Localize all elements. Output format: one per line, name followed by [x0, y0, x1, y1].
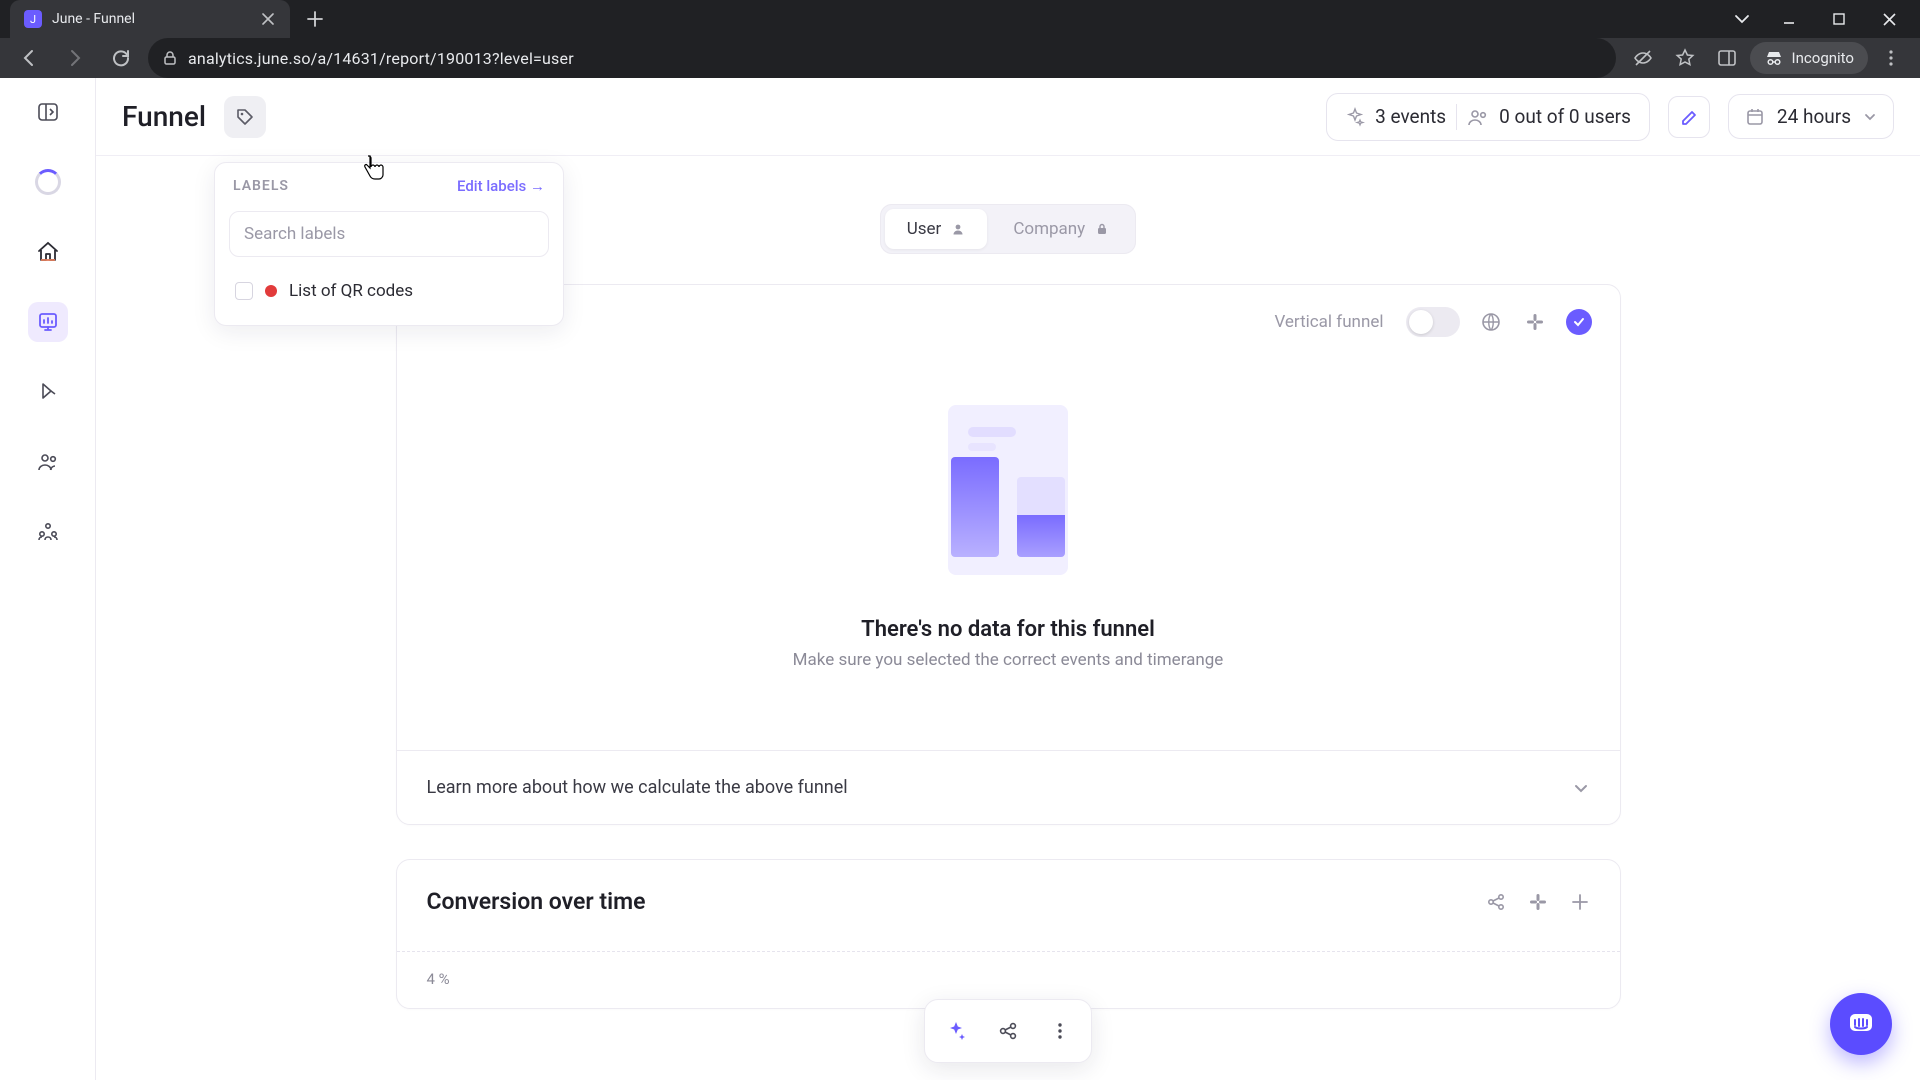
users-icon — [1467, 106, 1489, 128]
loading-spinner-icon — [28, 162, 68, 202]
sparkle-icon — [1345, 107, 1365, 127]
share-action-button[interactable] — [985, 1008, 1031, 1054]
add-button[interactable] — [1570, 892, 1590, 912]
labels-popover: LABELS Edit labels → List of QR codes — [214, 162, 564, 326]
tab-title: June - Funnel — [52, 11, 250, 27]
separator — [1456, 104, 1457, 130]
events-users-summary[interactable]: 3 events 0 out of 0 users — [1326, 93, 1650, 141]
checkbox-icon[interactable] — [235, 282, 253, 300]
learn-more-text: Learn more about how we calculate the ab… — [427, 777, 848, 798]
window-minimize-button[interactable] — [1766, 0, 1812, 38]
segment-user-label: User — [907, 219, 942, 239]
edit-labels-link[interactable]: Edit labels → — [457, 177, 545, 195]
floating-action-bar — [924, 999, 1092, 1063]
window-maximize-button[interactable] — [1816, 0, 1862, 38]
users-count: 0 out of 0 users — [1499, 105, 1631, 128]
funnel-card: Vertical funnel There's no data for this… — [396, 284, 1621, 825]
slack-icon[interactable] — [1522, 309, 1548, 335]
labels-trigger-button[interactable] — [224, 96, 266, 138]
segment-user[interactable]: User — [885, 209, 988, 249]
conversion-title: Conversion over time — [427, 888, 646, 915]
slack-icon[interactable] — [1528, 892, 1548, 912]
edit-report-button[interactable] — [1668, 96, 1710, 138]
labels-search-input[interactable] — [229, 211, 549, 257]
bookmark-star-icon[interactable] — [1666, 39, 1704, 77]
browser-menu-icon[interactable] — [1872, 39, 1910, 77]
vertical-funnel-toggle[interactable] — [1406, 307, 1460, 337]
level-segmented-control: User Company — [880, 204, 1136, 254]
labels-heading: LABELS — [233, 178, 289, 194]
lock-icon — [162, 50, 178, 66]
segment-company[interactable]: Company — [991, 209, 1131, 249]
collapse-sidebar-button[interactable] — [28, 92, 68, 132]
conversion-card: Conversion over time 4 % — [396, 859, 1621, 1009]
segment-company-label: Company — [1013, 219, 1085, 239]
chevron-down-icon — [1863, 110, 1877, 124]
label-color-dot — [265, 285, 277, 297]
user-icon — [951, 222, 965, 236]
label-option[interactable]: List of QR codes — [225, 271, 553, 311]
new-tab-button[interactable] — [298, 2, 332, 36]
browser-toolbar: analytics.june.so/a/14631/report/190013?… — [0, 38, 1920, 78]
chevron-down-icon — [1572, 779, 1590, 797]
browser-titlebar: J June - Funnel — [0, 0, 1920, 38]
nav-users[interactable] — [28, 442, 68, 482]
calendar-icon — [1745, 107, 1765, 127]
left-nav-rail — [0, 78, 96, 1080]
nav-back-button[interactable] — [10, 39, 48, 77]
window-close-button[interactable] — [1866, 0, 1912, 38]
ai-sparkle-button[interactable] — [933, 1008, 979, 1054]
learn-more-row[interactable]: Learn more about how we calculate the ab… — [397, 750, 1620, 824]
label-option-text: List of QR codes — [289, 281, 413, 301]
page-header: Funnel 3 events 0 out of 0 users — [96, 78, 1920, 156]
vertical-funnel-label: Vertical funnel — [1274, 312, 1383, 332]
favicon-icon: J — [24, 10, 42, 28]
lock-icon — [1095, 222, 1109, 236]
events-count: 3 events — [1375, 105, 1446, 128]
incognito-icon — [1764, 48, 1784, 68]
main-content: Funnel 3 events 0 out of 0 users — [96, 78, 1920, 1080]
nav-reload-button[interactable] — [102, 39, 140, 77]
page-title: Funnel — [122, 100, 206, 133]
nav-home[interactable] — [28, 232, 68, 272]
incognito-label: Incognito — [1792, 49, 1854, 67]
globe-icon[interactable] — [1478, 309, 1504, 335]
nav-forward-button[interactable] — [56, 39, 94, 77]
timerange-label: 24 hours — [1777, 105, 1851, 128]
nav-companies[interactable] — [28, 512, 68, 552]
window-controls — [1722, 0, 1920, 38]
intercom-chat-button[interactable] — [1830, 993, 1892, 1055]
nav-events[interactable] — [28, 372, 68, 412]
browser-tab[interactable]: J June - Funnel — [10, 0, 290, 38]
tab-close-icon[interactable] — [260, 11, 276, 27]
eye-off-icon[interactable] — [1624, 39, 1662, 77]
app-viewport: Funnel 3 events 0 out of 0 users — [0, 78, 1920, 1080]
url-text: analytics.june.so/a/14631/report/190013?… — [188, 49, 574, 68]
nav-reports[interactable] — [28, 302, 68, 342]
empty-illustration — [948, 405, 1068, 575]
more-menu-button[interactable] — [1037, 1008, 1083, 1054]
incognito-badge[interactable]: Incognito — [1750, 42, 1868, 74]
empty-subtitle: Make sure you selected the correct event… — [793, 650, 1224, 670]
address-bar[interactable]: analytics.june.so/a/14631/report/190013?… — [148, 38, 1616, 78]
timerange-picker[interactable]: 24 hours — [1728, 94, 1894, 139]
tab-search-icon[interactable] — [1722, 0, 1762, 38]
verified-check-icon[interactable] — [1566, 309, 1592, 335]
side-panel-icon[interactable] — [1708, 39, 1746, 77]
share-icon[interactable] — [1486, 892, 1506, 912]
empty-title: There's no data for this funnel — [861, 617, 1155, 642]
funnel-empty-state: There's no data for this funnel Make sur… — [397, 337, 1620, 710]
